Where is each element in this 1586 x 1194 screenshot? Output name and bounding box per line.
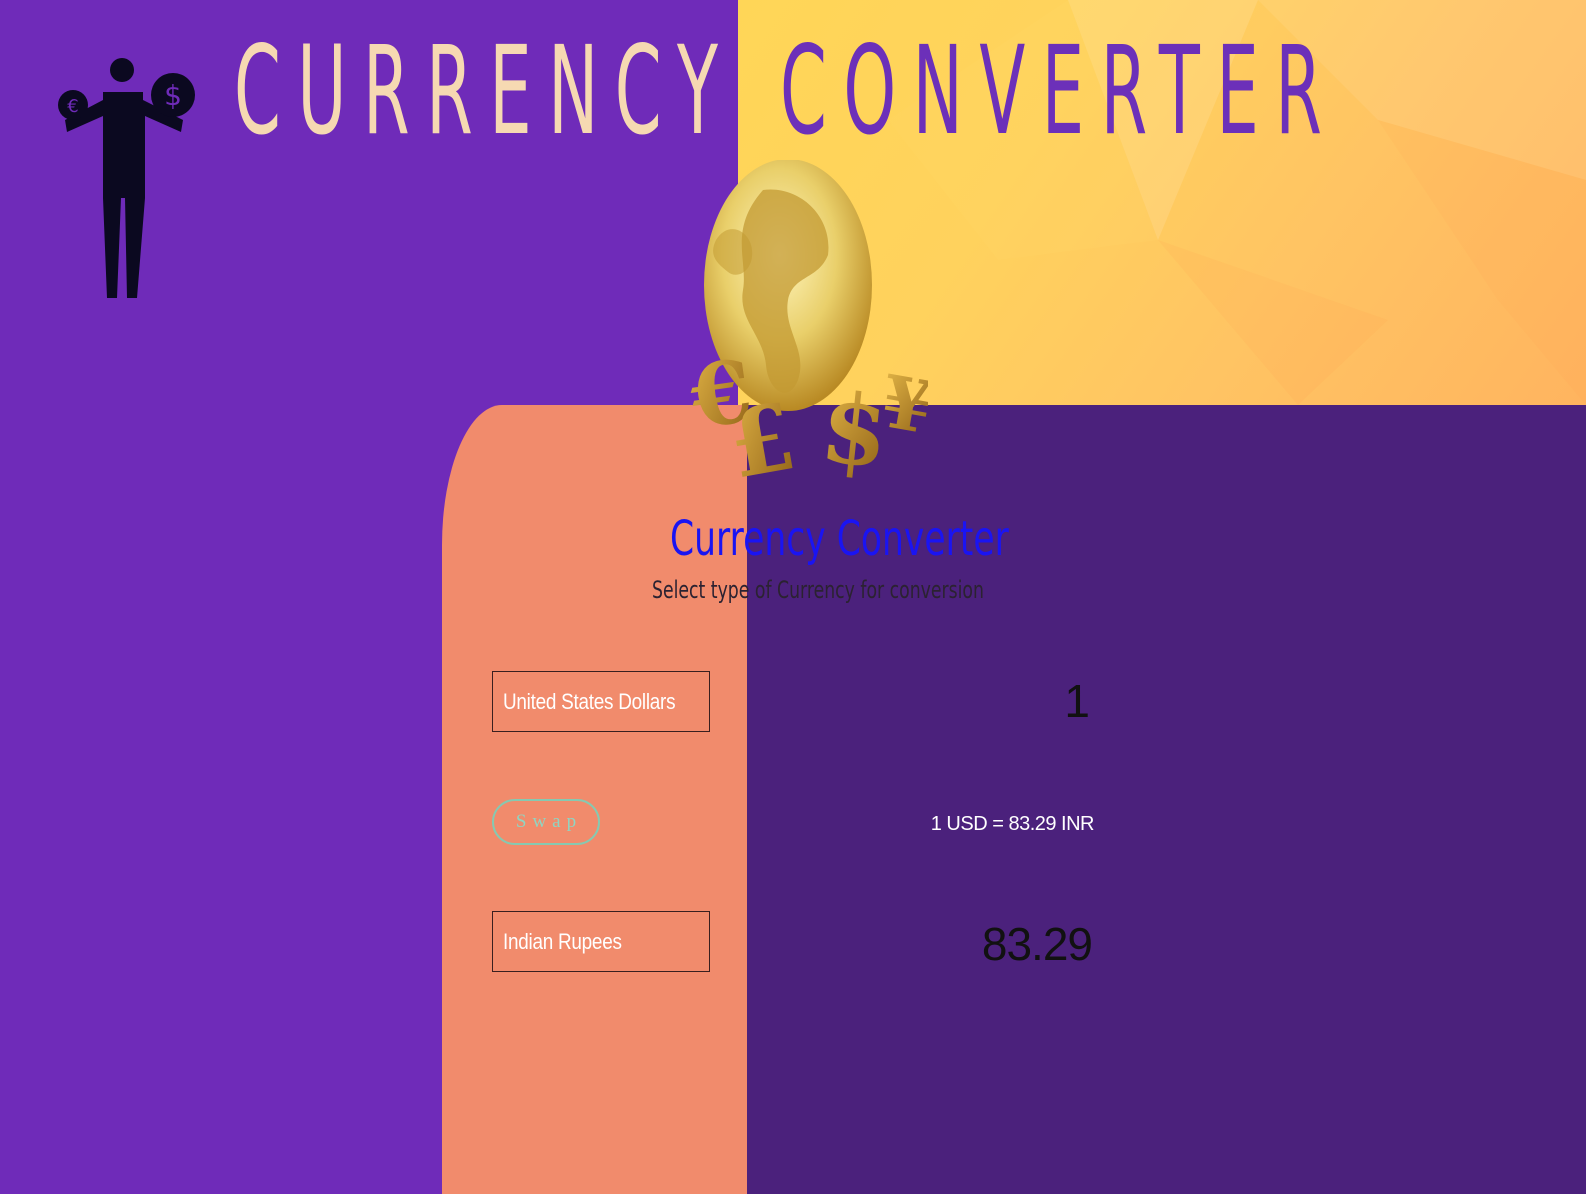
amount-input[interactable] — [900, 676, 1090, 726]
page-title-right: CONVERTER — [780, 20, 1339, 162]
svg-text:¥: ¥ — [875, 358, 928, 450]
svg-text:€: € — [67, 96, 78, 117]
from-currency-label: United States Dollars — [503, 688, 676, 714]
converter-subheading: Select type of Currency for conversion — [652, 576, 984, 604]
page-title-left: CURRENCY — [234, 20, 735, 162]
converter-heading: Currency Converter — [670, 511, 1009, 567]
to-currency-label: Indian Rupees — [503, 928, 622, 954]
currency-converter-page: € $ CURRENCY CONVERTER € £ $ ¥ Currency … — [0, 0, 1586, 1194]
swap-button[interactable]: Swap — [492, 799, 600, 845]
converted-result: 83.29 — [981, 918, 1093, 970]
person-balancing-currency-icon: € $ — [58, 58, 195, 298]
svg-text:$: $ — [164, 79, 182, 112]
to-currency-select[interactable]: Indian Rupees — [492, 911, 710, 972]
globe-with-currency-symbols-icon: € £ $ ¥ — [684, 160, 928, 495]
from-currency-select[interactable]: United States Dollars — [492, 671, 710, 732]
exchange-rate-text: 1 USD = 83.29 INR — [930, 813, 1095, 835]
